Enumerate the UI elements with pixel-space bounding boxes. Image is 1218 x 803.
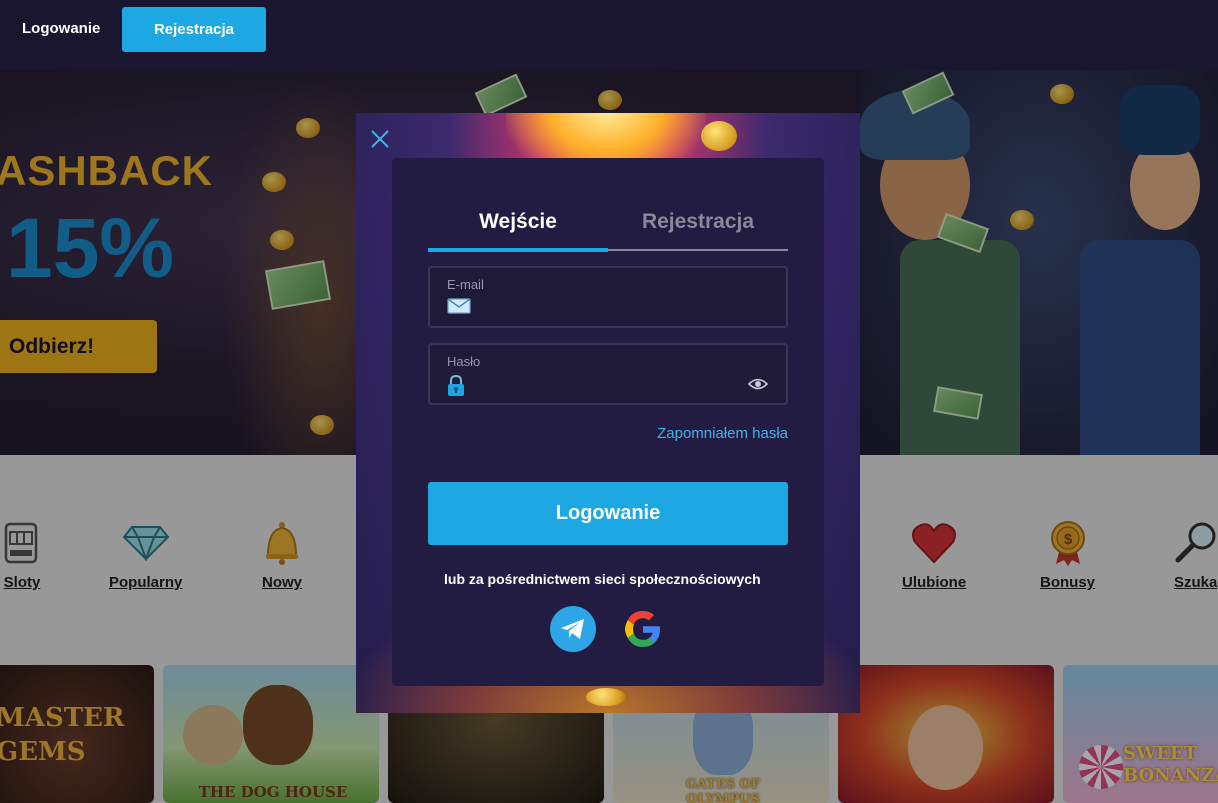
coin-decoration [586, 688, 626, 706]
padlock-icon [447, 374, 465, 402]
login-link[interactable]: Logowanie [22, 20, 100, 37]
register-button[interactable]: Rejestracja [122, 7, 266, 52]
top-bar: Logowanie Rejestracja [0, 0, 1218, 70]
login-modal: Wejście Rejestracja E-mail Hasło Zapomni… [356, 113, 860, 713]
eye-icon[interactable] [747, 377, 769, 396]
login-submit-button[interactable]: Logowanie [428, 482, 788, 545]
google-icon[interactable] [620, 606, 666, 652]
telegram-icon[interactable] [550, 606, 596, 652]
tab-login[interactable]: Wejście [428, 210, 608, 234]
close-icon[interactable] [368, 127, 392, 151]
password-label: Hasło [447, 354, 481, 369]
social-login-caption: lub za pośrednictwem sieci społecznościo… [444, 571, 761, 587]
envelope-icon [447, 298, 471, 319]
login-panel: Wejście Rejestracja E-mail Hasło Zapomni… [392, 158, 824, 686]
tab-active-indicator [428, 248, 608, 252]
password-field[interactable]: Hasło [428, 343, 788, 405]
forgot-password-link[interactable]: Zapomniałem hasła [657, 425, 788, 442]
tab-register[interactable]: Rejestracja [608, 210, 788, 234]
email-label: E-mail [447, 277, 484, 292]
email-field[interactable]: E-mail [428, 266, 788, 328]
coin-decoration [701, 121, 737, 151]
